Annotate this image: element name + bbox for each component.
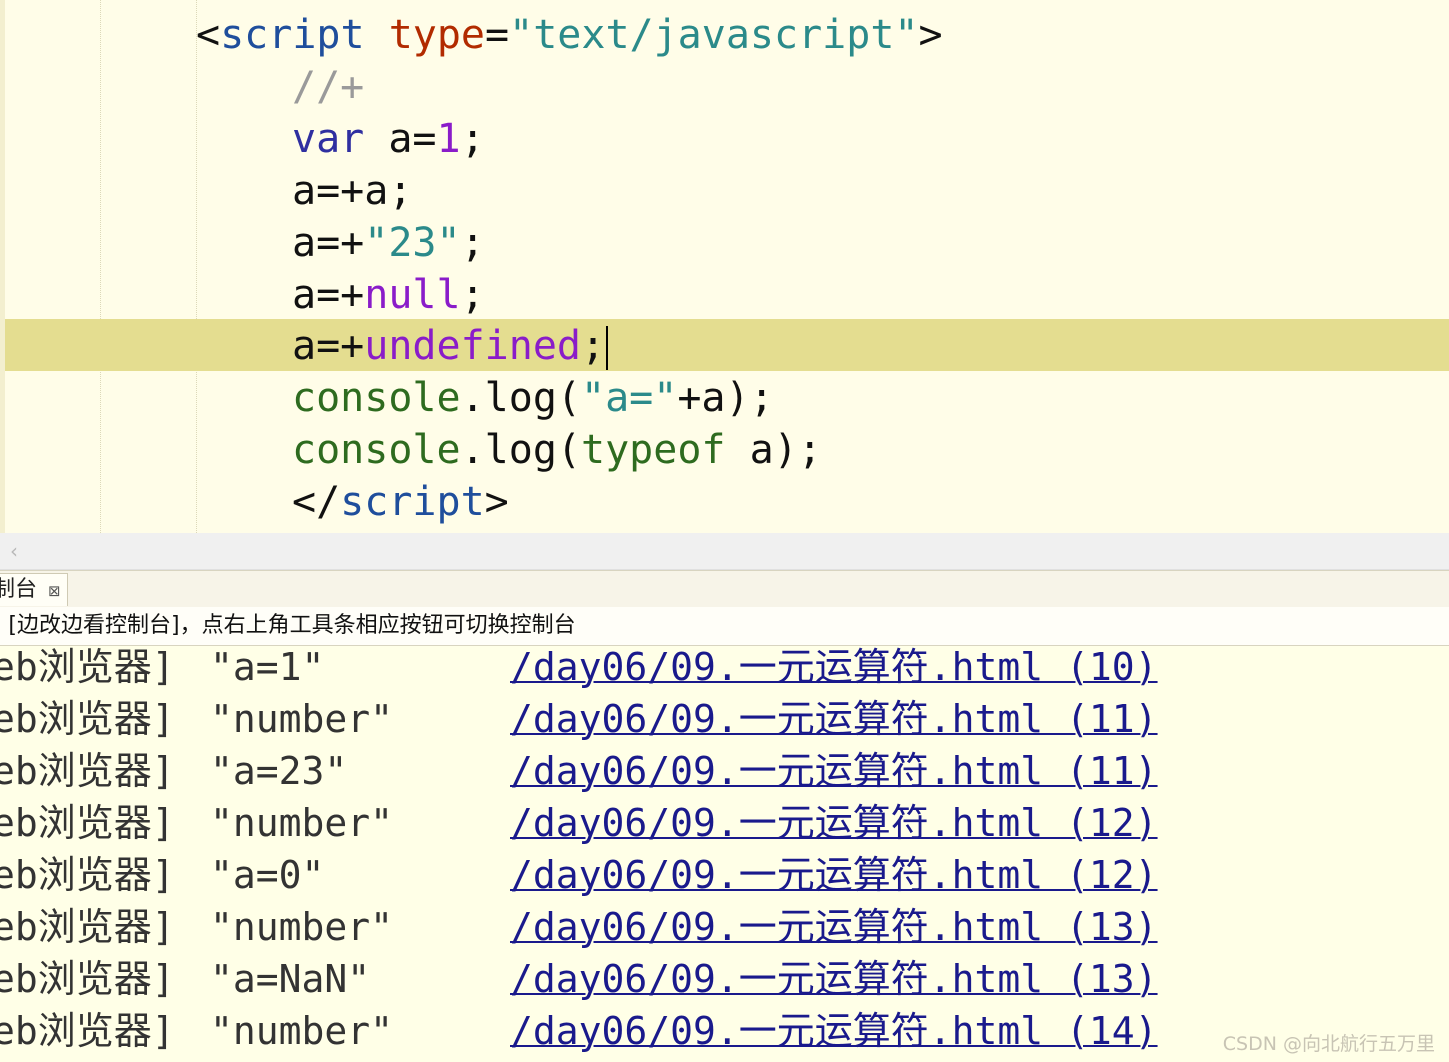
code-token: . (460, 375, 485, 421)
code-token: ; (460, 116, 485, 162)
log-message: "a=1" (210, 646, 325, 689)
code-line[interactable]: console.log("a="+a); (292, 372, 774, 424)
code-line[interactable]: a=+undefined; (292, 320, 609, 372)
console-hint-bar: : [边改边看控制台]，点右上角工具条相应按钮可切换控制台 (0, 607, 1449, 646)
code-line[interactable]: //+ (292, 61, 364, 113)
editor-horizontal-scrollbar[interactable]: ‹ (0, 533, 1449, 570)
tab-console-label: 制台 (0, 577, 38, 602)
code-token: a=+a; (292, 168, 413, 214)
code-token: typeof (581, 427, 726, 473)
code-line[interactable]: a=+a; (292, 165, 412, 217)
code-token: ; (581, 323, 606, 369)
log-message: "number" (210, 1009, 394, 1053)
log-source: eb浏览器] (0, 905, 175, 949)
log-source-link[interactable]: /day06/09.一元运算符.html (10) (510, 646, 1158, 688)
log-source-link[interactable]: /day06/09.一元运算符.html (11) (510, 750, 1158, 792)
code-token: a); (725, 427, 822, 473)
code-token: > (484, 479, 509, 525)
code-token: a=+ (292, 220, 365, 266)
console-log-row: eb浏览器] "number" /day06/09.一元运算符.html (12) (0, 802, 1449, 854)
log-source-link[interactable]: /day06/09.一元运算符.html (12) (510, 854, 1158, 896)
log-message: "number" (210, 801, 394, 845)
indent-guide (196, 0, 197, 533)
log-source: eb浏览器] (0, 1009, 175, 1053)
code-editor[interactable]: <script type="text/javascript">//+ var a=… (0, 0, 1449, 533)
code-line[interactable]: <script type="text/javascript"> (196, 9, 943, 61)
console-hint-text: : [边改边看控制台]，点右上角工具条相应按钮可切换控制台 (0, 613, 576, 638)
log-source: eb浏览器] (0, 749, 175, 793)
console-output: eb浏览器] "a=1"/day06/09.一元运算符.html (10) eb浏览… (0, 646, 1449, 1062)
code-token: a= (364, 116, 437, 162)
log-source-link[interactable]: /day06/09.一元运算符.html (13) (510, 958, 1158, 1000)
log-message: "a=0" (210, 853, 325, 897)
console-tab-bar: 制台 ⊠ (0, 570, 1449, 608)
code-line[interactable]: </script> (292, 476, 509, 528)
code-token: "text/javascript" (509, 12, 919, 58)
log-message: "a=NaN" (210, 957, 371, 1001)
code-token: < (196, 12, 221, 58)
code-line[interactable]: console.log(typeof a); (292, 424, 822, 476)
console-log-row: eb浏览器] "a=0" /day06/09.一元运算符.html (12) (0, 854, 1449, 906)
log-source-link[interactable]: /day06/09.一元运算符.html (12) (510, 802, 1158, 844)
tab-console[interactable]: 制台 ⊠ (0, 573, 68, 606)
console-log-row: eb浏览器] "a=NaN" /day06/09.一元运算符.html (13) (0, 958, 1449, 1010)
current-line-highlight (5, 319, 1449, 371)
console-log-row: eb浏览器] "a=1" /day06/09.一元运算符.html (10) (0, 646, 1449, 698)
log-source-link[interactable]: /day06/09.一元运算符.html (13) (510, 906, 1158, 948)
code-token: log( (484, 427, 581, 473)
log-source: eb浏览器] (0, 801, 175, 845)
code-token: var (292, 116, 365, 162)
code-token: script (340, 479, 485, 525)
code-line[interactable]: a=+"23"; (292, 217, 485, 269)
console-log-row: eb浏览器] "number" /day06/09.一元运算符.html (13) (0, 906, 1449, 958)
code-token: console (292, 427, 461, 473)
code-line[interactable]: var a=1; (292, 113, 485, 165)
log-message: "a=23" (210, 749, 348, 793)
log-source: eb浏览器] (0, 957, 175, 1001)
code-token: ; (460, 272, 485, 318)
code-token: script (220, 12, 365, 58)
code-token: console (292, 375, 461, 421)
text-caret (606, 326, 609, 370)
code-token: </ (292, 479, 341, 525)
log-message: "number" (210, 697, 394, 741)
log-message: "number" (210, 905, 394, 949)
code-token: a=+ (292, 323, 365, 369)
console-log-row: eb浏览器] "a=23" /day06/09.一元运算符.html (11) (0, 750, 1449, 802)
close-icon[interactable]: ⊠ (48, 582, 61, 600)
code-token: "23" (364, 220, 461, 266)
code-token: 1 (436, 116, 461, 162)
log-source: eb浏览器] (0, 853, 175, 897)
code-token: ; (460, 220, 485, 266)
log-source: eb浏览器] (0, 697, 175, 741)
code-token: +a); (677, 375, 774, 421)
console-log-row: eb浏览器] "number" /day06/09.一元运算符.html (11) (0, 698, 1449, 750)
code-token: "a=" (581, 375, 678, 421)
code-token: undefined (364, 323, 581, 369)
scroll-left-icon[interactable]: ‹ (10, 537, 18, 565)
code-token: //+ (292, 64, 365, 110)
code-token: log( (484, 375, 581, 421)
watermark: CSDN @向北航行五万里 (1222, 1033, 1435, 1055)
log-source-link[interactable]: /day06/09.一元运算符.html (11) (510, 698, 1158, 740)
editor-gutter (0, 0, 5, 533)
code-token: null (364, 272, 461, 318)
code-token: . (460, 427, 485, 473)
code-token: type (388, 12, 486, 58)
code-line[interactable]: a=+null; (292, 269, 485, 321)
code-token: > (918, 12, 943, 58)
log-source-link[interactable]: /day06/09.一元运算符.html (14) (510, 1010, 1158, 1052)
code-token: a=+ (292, 272, 365, 318)
indent-guide (100, 0, 101, 533)
log-source: eb浏览器] (0, 646, 175, 689)
code-token: = (485, 12, 510, 58)
